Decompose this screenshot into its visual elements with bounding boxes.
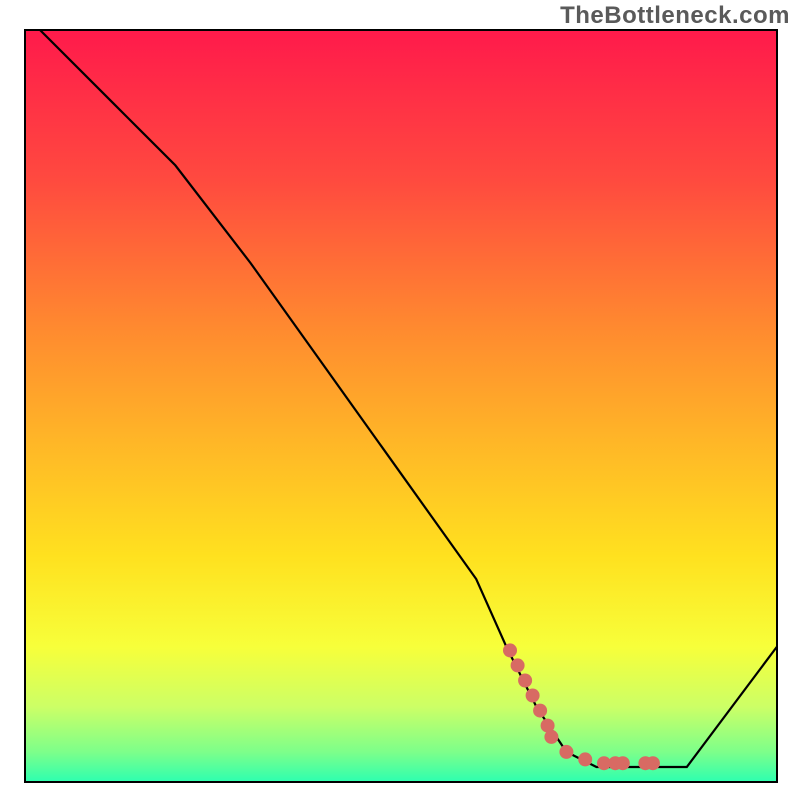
highlight-dot <box>646 756 660 770</box>
highlight-dot <box>616 756 630 770</box>
highlight-dot <box>518 674 532 688</box>
highlight-dot <box>544 730 558 744</box>
watermark-label: TheBottleneck.com <box>560 2 790 30</box>
highlight-dot <box>578 752 592 766</box>
chart-container: TheBottleneck.com <box>0 0 800 800</box>
highlight-dot <box>511 658 525 672</box>
highlight-dot <box>533 704 547 718</box>
highlight-dot <box>503 643 517 657</box>
bottleneck-chart <box>0 0 800 800</box>
highlight-dot <box>559 745 573 759</box>
highlight-dot <box>526 689 540 703</box>
